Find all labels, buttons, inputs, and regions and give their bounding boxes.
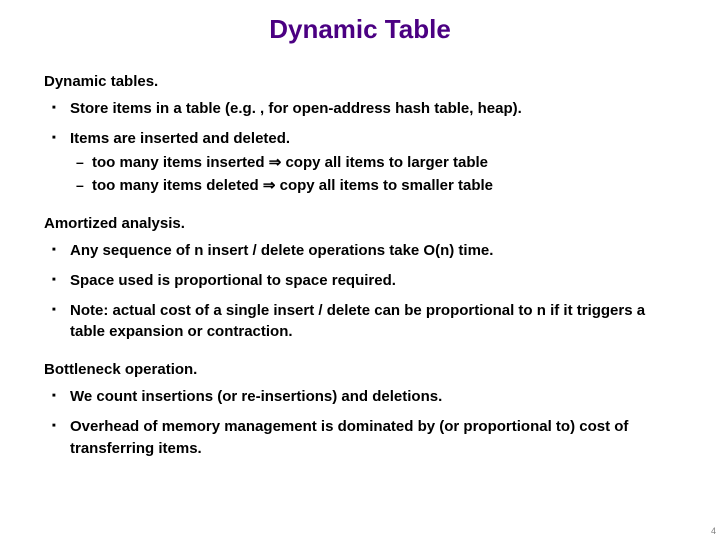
sub-bullet-text: too many items deleted ⇒ copy all items … (92, 177, 493, 194)
bullet-text: We count insertions (or re-insertions) a… (70, 388, 442, 405)
bullet-text: Space used is proportional to space requ… (70, 272, 396, 289)
bullet-list-3: We count insertions (or re-insertions) a… (44, 386, 676, 459)
bullet-text: Note: actual cost of a single insert / d… (70, 302, 645, 341)
list-item: Any sequence of n insert / delete operat… (70, 240, 676, 262)
list-item: We count insertions (or re-insertions) a… (70, 386, 676, 408)
list-item: too many items inserted ⇒ copy all items… (92, 152, 676, 174)
bullet-text: Store items in a table (e.g. , for open-… (70, 100, 522, 117)
bullet-text: Overhead of memory management is dominat… (70, 418, 628, 457)
list-item: Space used is proportional to space requ… (70, 270, 676, 292)
slide-title: Dynamic Table (44, 14, 676, 45)
section-heading-2: Amortized analysis. (44, 215, 676, 232)
sub-bullet-list: too many items inserted ⇒ copy all items… (70, 152, 676, 198)
section-heading-3: Bottleneck operation. (44, 361, 676, 378)
sub-bullet-text: too many items inserted ⇒ copy all items… (92, 154, 488, 171)
list-item: Items are inserted and deleted. too many… (70, 128, 676, 197)
list-item: Store items in a table (e.g. , for open-… (70, 98, 676, 120)
list-item: Overhead of memory management is dominat… (70, 416, 676, 460)
list-item: Note: actual cost of a single insert / d… (70, 300, 676, 344)
bullet-list-1: Store items in a table (e.g. , for open-… (44, 98, 676, 197)
page-number: 4 (711, 526, 716, 536)
list-item: too many items deleted ⇒ copy all items … (92, 175, 676, 197)
bullet-list-2: Any sequence of n insert / delete operat… (44, 240, 676, 343)
section-heading-1: Dynamic tables. (44, 73, 676, 90)
bullet-text: Any sequence of n insert / delete operat… (70, 242, 493, 259)
slide: Dynamic Table Dynamic tables. Store item… (0, 0, 720, 540)
bullet-text: Items are inserted and deleted. (70, 130, 290, 147)
